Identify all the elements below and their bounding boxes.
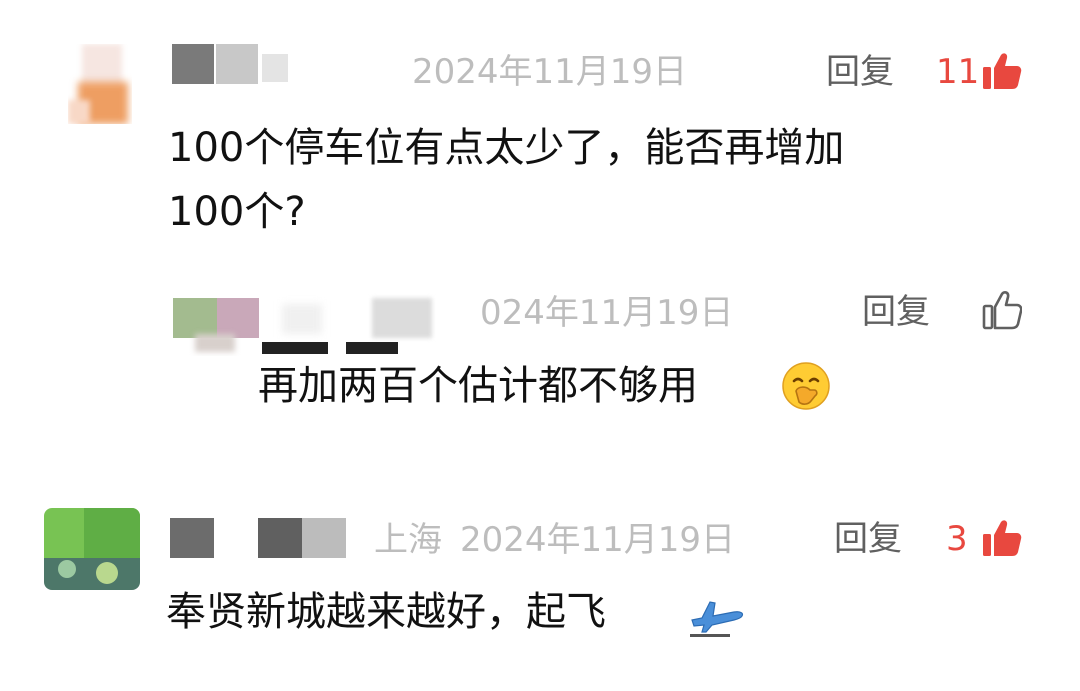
reply-button[interactable]: 回复	[834, 519, 902, 559]
comment-list: 2024年11月19日 回复 11 100个停车位有点太少了，能否再增加 100…	[0, 0, 1080, 691]
thumbs-up-outline-icon[interactable]	[982, 290, 1023, 334]
username-mosaic[interactable]	[170, 518, 350, 558]
comment-text-continued: 100个?	[168, 189, 306, 235]
comment-location: 上海	[374, 520, 442, 560]
avatar[interactable]	[173, 298, 259, 356]
comment-text: 100个停车位有点太少了，能否再增加	[168, 125, 845, 171]
face-with-hand-over-mouth-emoji	[780, 360, 832, 416]
username-mosaic[interactable]	[172, 44, 302, 84]
reply-button[interactable]: 回复	[862, 292, 930, 332]
comment-text: 再加两百个估计都不够用	[258, 363, 698, 409]
like-count: 11	[936, 52, 980, 92]
comment-date: 2024年11月19日	[460, 520, 736, 560]
username-mosaic[interactable]	[262, 298, 462, 362]
reply-button[interactable]: 回复	[826, 52, 894, 92]
like-count: 3	[946, 519, 968, 559]
thumbs-up-filled-icon[interactable]	[982, 52, 1022, 94]
comment-date: 2024年11月19日	[412, 52, 688, 92]
avatar[interactable]	[68, 44, 132, 124]
avatar[interactable]	[44, 508, 140, 590]
airplane-departure-emoji	[688, 594, 748, 642]
thumbs-up-filled-icon[interactable]	[982, 519, 1022, 561]
comment-date: 024年11月19日	[480, 293, 734, 333]
comment-text: 奉贤新城越来越好，起飞	[166, 589, 606, 635]
